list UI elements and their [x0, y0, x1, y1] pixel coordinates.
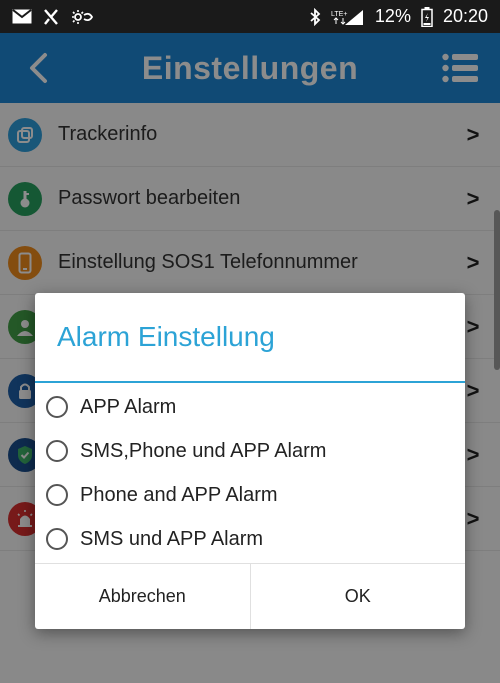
dialog-buttons: Abbrechen OK — [35, 563, 465, 629]
option-sms-app-alarm[interactable]: SMS und APP Alarm — [35, 517, 465, 561]
signal-icon: LTE+ — [331, 8, 365, 26]
option-phone-app-alarm[interactable]: Phone and APP Alarm — [35, 473, 465, 517]
alarm-dialog: Alarm Einstellung APP Alarm SMS,Phone un… — [35, 293, 465, 629]
mail-icon — [12, 9, 32, 24]
option-label: SMS und APP Alarm — [80, 527, 264, 550]
status-bar: LTE+ 12% 20:20 — [0, 0, 500, 33]
dialog-title: Alarm Einstellung — [57, 321, 275, 352]
option-sms-phone-app-alarm[interactable]: SMS,Phone und APP Alarm — [35, 429, 465, 473]
battery-icon — [421, 6, 433, 27]
cancel-button[interactable]: Abbrechen — [35, 564, 250, 629]
option-label: APP Alarm — [80, 395, 177, 418]
dialog-divider — [35, 381, 465, 383]
radio-button[interactable] — [46, 484, 68, 506]
option-app-alarm[interactable]: APP Alarm — [35, 385, 465, 429]
radio-button[interactable] — [46, 440, 68, 462]
clock: 20:20 — [442, 6, 488, 26]
status-left — [12, 8, 94, 26]
option-label: Phone and APP Alarm — [80, 483, 278, 506]
status-right: LTE+ 12% 20:20 — [309, 6, 488, 27]
sync-icon — [70, 8, 94, 26]
network-label: LTE+ — [331, 11, 347, 18]
battery-percent: 12% — [374, 6, 411, 26]
radio-button[interactable] — [46, 528, 68, 550]
option-label: SMS,Phone und APP Alarm — [80, 439, 327, 462]
bluetooth-icon — [309, 7, 321, 26]
x-icon — [42, 8, 60, 26]
radio-button[interactable] — [46, 396, 68, 418]
ok-button[interactable]: OK — [249, 564, 466, 629]
alarm-options: APP Alarm SMS,Phone und APP Alarm Phone … — [35, 385, 465, 561]
